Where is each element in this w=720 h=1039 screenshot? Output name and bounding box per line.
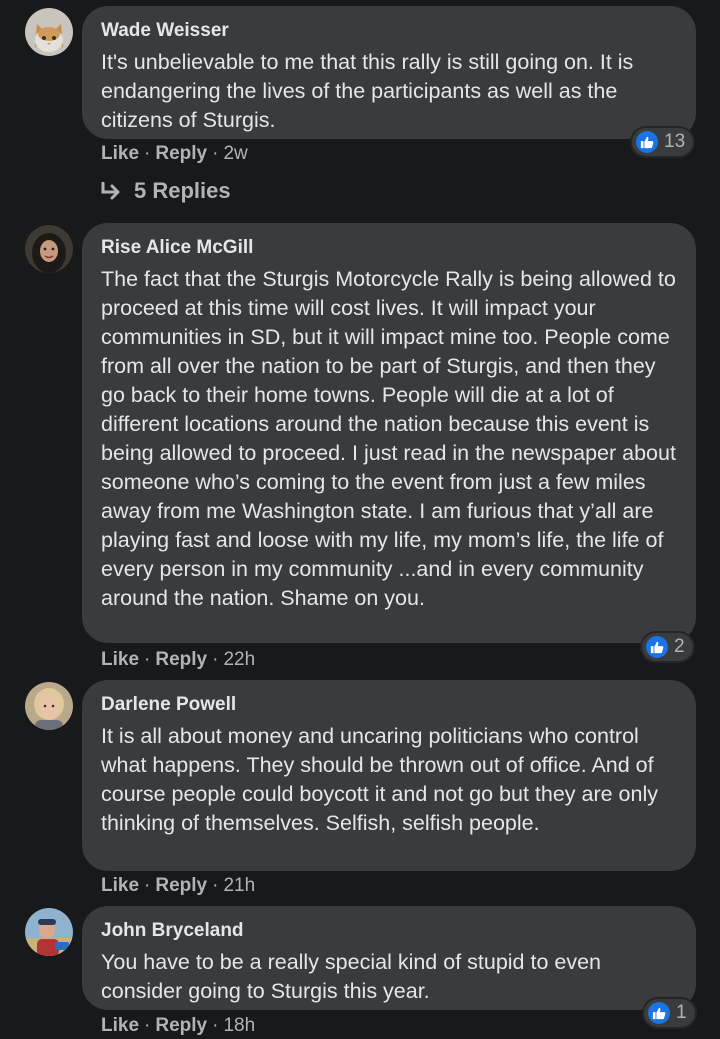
- reaction-badge[interactable]: 13: [632, 128, 694, 156]
- avatar[interactable]: [25, 8, 73, 56]
- like-button[interactable]: Like: [101, 1015, 139, 1036]
- comment-time[interactable]: 18h: [223, 1015, 255, 1036]
- comment-time[interactable]: 21h: [223, 875, 255, 896]
- comment-author[interactable]: Rise Alice McGill: [101, 236, 676, 260]
- replies-count: 5 Replies: [134, 178, 231, 203]
- reply-button[interactable]: Reply: [155, 649, 207, 670]
- comment-text: The fact that the Sturgis Motorcycle Ral…: [101, 267, 676, 610]
- reply-arrow-icon: [101, 182, 120, 200]
- reaction-badge[interactable]: 1: [644, 999, 695, 1027]
- comment-author[interactable]: Wade Weisser: [101, 19, 676, 43]
- reaction-badge[interactable]: 2: [642, 633, 693, 661]
- reply-button[interactable]: Reply: [155, 143, 207, 164]
- view-replies-link[interactable]: 5 Replies: [100, 178, 231, 204]
- reply-button[interactable]: Reply: [155, 1015, 207, 1036]
- avatar[interactable]: [25, 682, 73, 730]
- comment-bubble: Darlene Powell It is all about money and…: [82, 680, 696, 871]
- reaction-count: 2: [674, 636, 685, 657]
- comment-author[interactable]: Darlene Powell: [101, 693, 676, 717]
- comment-bubble: Wade Weisser It's unbelievable to me tha…: [82, 6, 696, 139]
- like-button[interactable]: Like: [101, 875, 139, 896]
- comments-page: Wade Weisser It's unbelievable to me tha…: [0, 0, 720, 1039]
- thumbs-up-icon: [648, 1002, 670, 1024]
- comment-actions: Like · Reply · 18h: [101, 1015, 256, 1036]
- comment-author[interactable]: John Bryceland: [101, 919, 676, 943]
- comment-text: You have to be a really special kind of …: [101, 950, 602, 1003]
- comment-text: It is all about money and uncaring polit…: [101, 724, 658, 835]
- avatar[interactable]: [25, 908, 73, 956]
- like-button[interactable]: Like: [101, 143, 139, 164]
- comment-bubble: Rise Alice McGill The fact that the Stur…: [82, 223, 696, 643]
- reaction-count: 13: [664, 131, 686, 152]
- comment-actions: Like · Reply · 22h: [101, 649, 256, 670]
- thumbs-up-icon: [646, 636, 668, 658]
- reaction-count: 1: [676, 1002, 687, 1023]
- comment-time[interactable]: 2w: [223, 143, 247, 164]
- comment-actions: Like · Reply · 2w: [101, 143, 248, 164]
- comment-bubble: John Bryceland You have to be a really s…: [82, 906, 696, 1010]
- like-button[interactable]: Like: [101, 649, 139, 670]
- avatar[interactable]: [25, 225, 73, 273]
- reply-button[interactable]: Reply: [155, 875, 207, 896]
- comment-actions: Like · Reply · 21h: [101, 875, 256, 896]
- thumbs-up-icon: [636, 131, 658, 153]
- comment-time[interactable]: 22h: [223, 649, 255, 670]
- comment-text: It's unbelievable to me that this rally …: [101, 50, 634, 132]
